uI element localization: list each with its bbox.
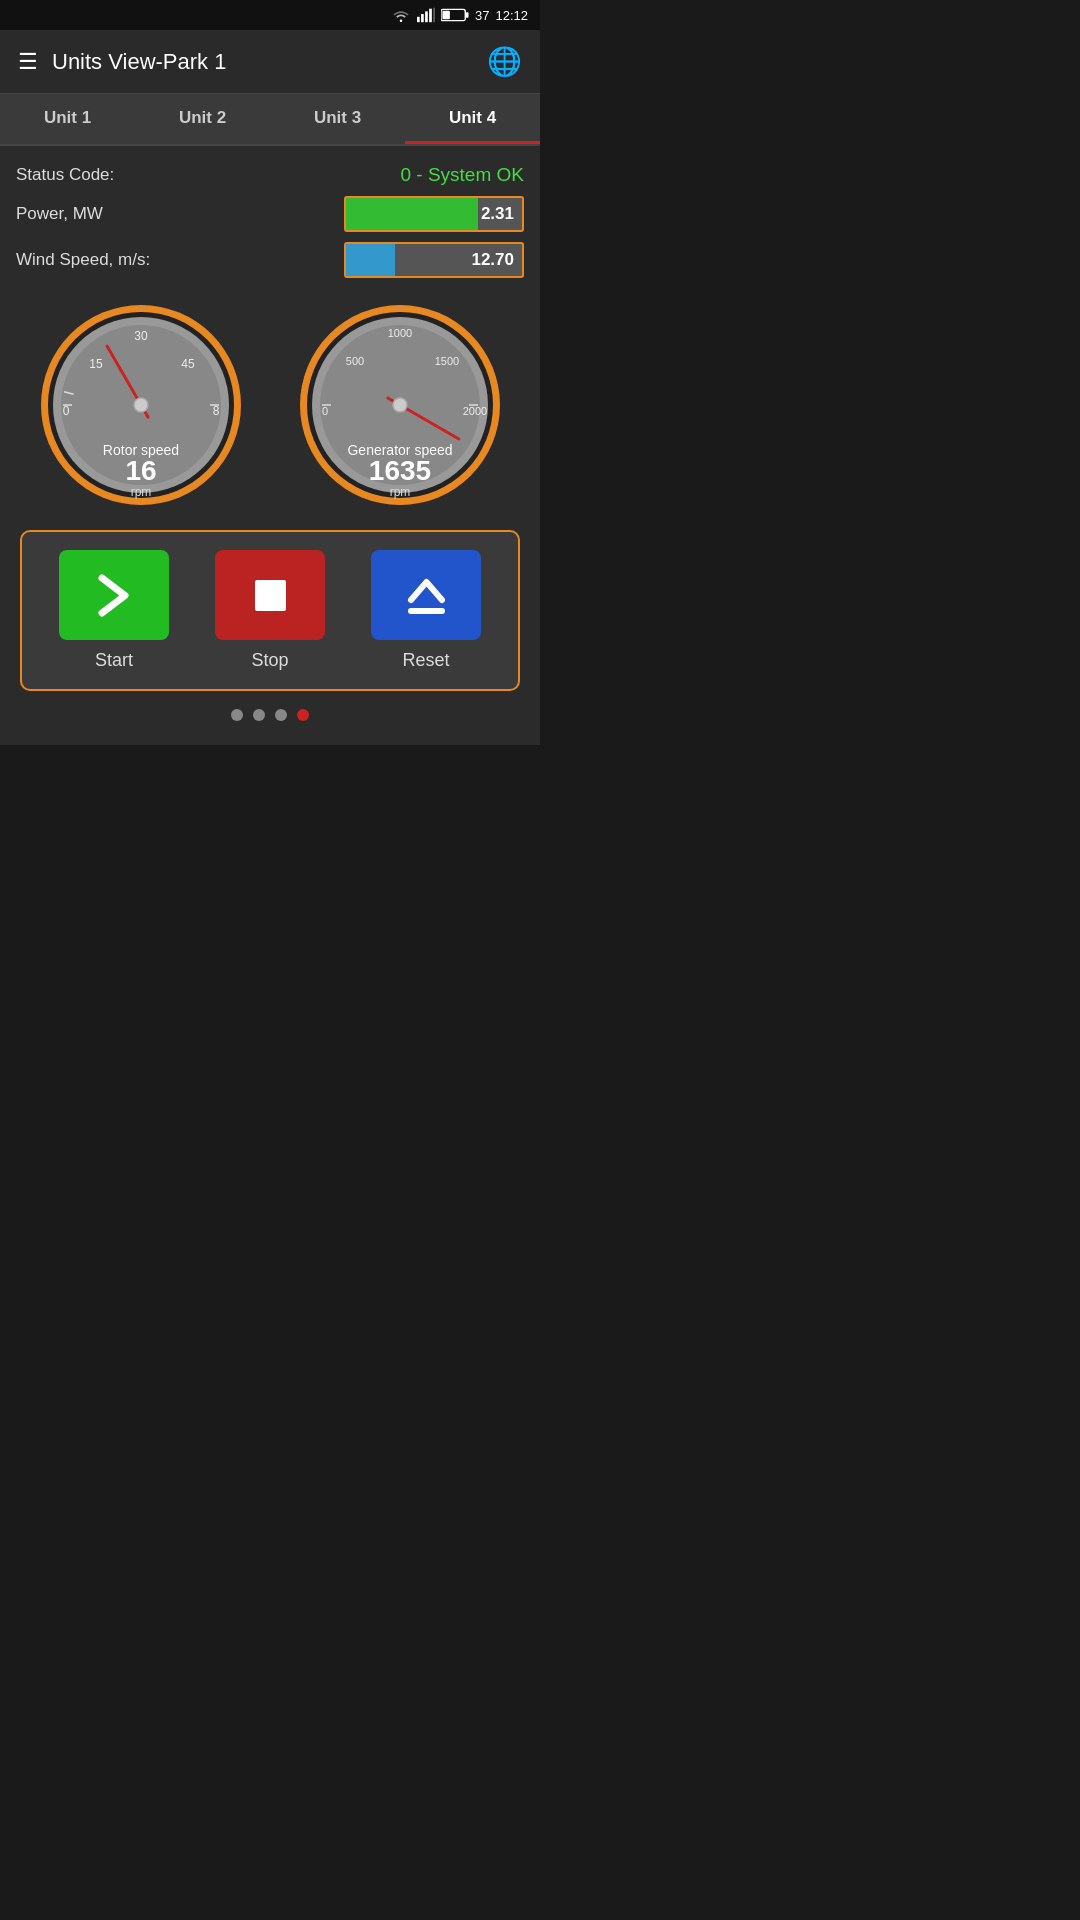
start-button-group: Start xyxy=(59,550,169,671)
svg-point-39 xyxy=(393,398,407,412)
wind-speed-row: Wind Speed, m/s: 12.70 xyxy=(16,242,524,278)
battery-icon xyxy=(441,8,469,22)
reset-label: Reset xyxy=(402,650,449,671)
tab-unit1[interactable]: Unit 1 xyxy=(0,94,135,144)
status-icons: 37 12:12 xyxy=(391,7,528,23)
power-value: 2.31 xyxy=(481,204,522,224)
stop-button[interactable] xyxy=(215,550,325,640)
menu-button[interactable]: ☰ xyxy=(18,49,38,75)
wind-bar: 12.70 xyxy=(344,242,524,278)
svg-text:0: 0 xyxy=(321,405,327,417)
dot-3 xyxy=(275,709,287,721)
dot-4 xyxy=(297,709,309,721)
power-bar-fill xyxy=(346,198,478,230)
svg-text:0: 0 xyxy=(62,404,69,418)
tab-unit2[interactable]: Unit 2 xyxy=(135,94,270,144)
reset-button-group: Reset xyxy=(371,550,481,671)
dot-1 xyxy=(231,709,243,721)
page-dots xyxy=(16,709,524,721)
unit-tabs: Unit 1 Unit 2 Unit 3 Unit 4 xyxy=(0,94,540,146)
svg-text:1000: 1000 xyxy=(387,327,411,339)
svg-text:rpm: rpm xyxy=(130,485,151,499)
stop-button-group: Stop xyxy=(215,550,325,671)
battery-percent: 37 xyxy=(475,8,489,23)
reset-button[interactable] xyxy=(371,550,481,640)
svg-text:30: 30 xyxy=(134,329,148,343)
start-icon xyxy=(87,568,142,623)
gauges-row: 0 8 15 30 45 Rotor speed 16 rpm xyxy=(16,300,524,510)
power-bar: 2.31 xyxy=(344,196,524,232)
start-label: Start xyxy=(95,650,133,671)
power-label: Power, MW xyxy=(16,204,103,224)
app-title: Units View-Park 1 xyxy=(52,49,226,75)
wind-bar-fill xyxy=(346,244,395,276)
svg-text:8: 8 xyxy=(212,404,219,418)
svg-text:15: 15 xyxy=(89,357,103,371)
start-button[interactable] xyxy=(59,550,169,640)
power-row: Power, MW 2.31 xyxy=(16,196,524,232)
wind-speed-label: Wind Speed, m/s: xyxy=(16,250,150,270)
stop-label: Stop xyxy=(251,650,288,671)
svg-text:1500: 1500 xyxy=(434,355,458,367)
time-display: 12:12 xyxy=(495,8,528,23)
svg-rect-43 xyxy=(255,580,286,611)
reset-icon xyxy=(399,568,454,623)
svg-text:45: 45 xyxy=(181,357,195,371)
status-code-value: 0 - System OK xyxy=(400,164,524,186)
signal-icon xyxy=(417,7,435,23)
header-left: ☰ Units View-Park 1 xyxy=(18,49,226,75)
buttons-panel: Start Stop Reset xyxy=(20,530,520,691)
tab-unit3[interactable]: Unit 3 xyxy=(270,94,405,144)
svg-rect-6 xyxy=(466,12,469,18)
svg-rect-3 xyxy=(429,9,432,23)
status-bar: 37 12:12 xyxy=(0,0,540,30)
svg-rect-2 xyxy=(425,11,428,22)
wifi-icon xyxy=(391,7,411,23)
svg-point-22 xyxy=(134,398,148,412)
svg-text:500: 500 xyxy=(345,355,363,367)
rotor-gauge-svg: 0 8 15 30 45 Rotor speed 16 rpm xyxy=(36,300,246,510)
generator-gauge: 0 2000 500 1000 1500 Generator speed 163… xyxy=(295,300,505,510)
svg-text:2000: 2000 xyxy=(462,405,486,417)
status-code-label: Status Code: xyxy=(16,165,114,185)
svg-rect-7 xyxy=(442,11,449,19)
svg-text:16: 16 xyxy=(125,455,156,486)
rotor-gauge: 0 8 15 30 45 Rotor speed 16 rpm xyxy=(36,300,246,510)
svg-text:rpm: rpm xyxy=(389,485,410,499)
stop-icon xyxy=(243,568,298,623)
status-code-row: Status Code: 0 - System OK xyxy=(16,164,524,186)
svg-rect-4 xyxy=(433,8,435,22)
svg-text:1635: 1635 xyxy=(368,455,430,486)
content-area: Status Code: 0 - System OK Power, MW 2.3… xyxy=(0,146,540,745)
app-header: ☰ Units View-Park 1 🌐 xyxy=(0,30,540,94)
svg-rect-1 xyxy=(421,14,424,22)
svg-rect-0 xyxy=(417,17,420,22)
globe-button[interactable]: 🌐 xyxy=(487,45,522,78)
tab-unit4[interactable]: Unit 4 xyxy=(405,94,540,144)
generator-gauge-svg: 0 2000 500 1000 1500 Generator speed 163… xyxy=(295,300,505,510)
dot-2 xyxy=(253,709,265,721)
wind-speed-value: 12.70 xyxy=(471,250,522,270)
